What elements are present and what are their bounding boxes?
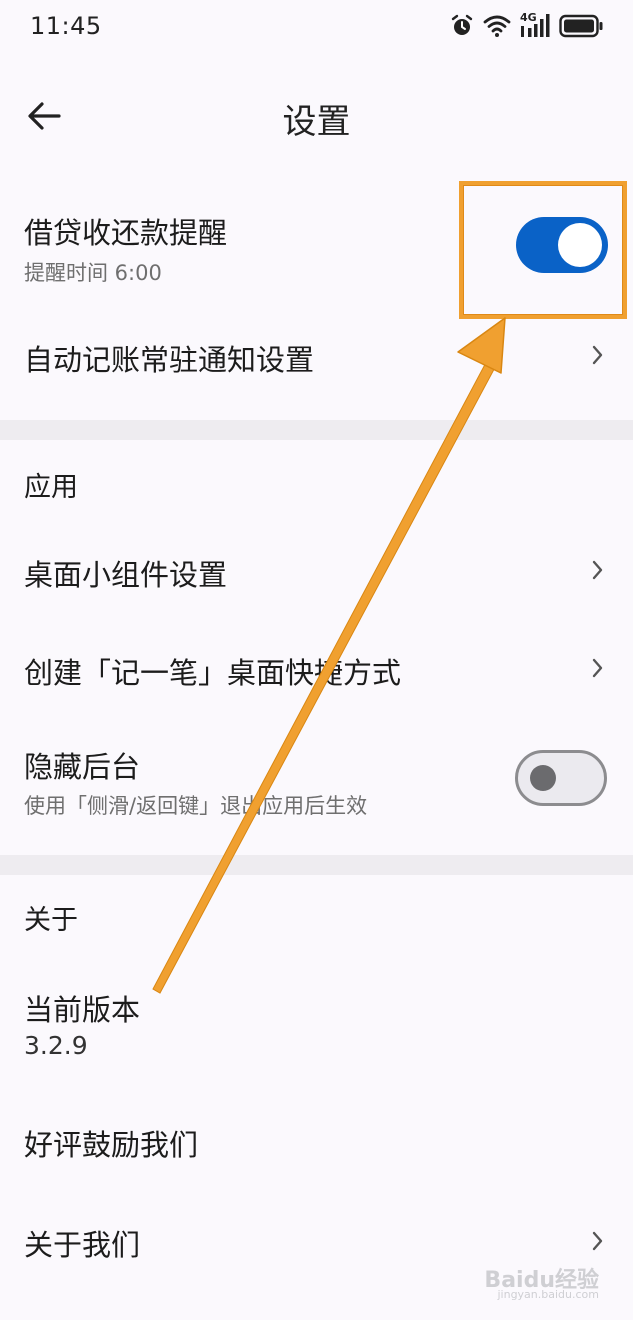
watermark-url: jingyan.baidu.com [497, 1288, 599, 1301]
toggle-knob [530, 765, 556, 791]
shortcut-row[interactable]: 创建「记一笔」桌面快捷方式 [0, 628, 633, 708]
status-icons: 4G [450, 11, 603, 40]
chevron-right-icon [592, 658, 603, 678]
section-label-app: 应用 [24, 472, 78, 503]
section-label-about: 关于 [24, 905, 78, 936]
hide-background-title: 隐藏后台 [24, 750, 141, 784]
app-bar: 设置 [0, 70, 633, 160]
section-divider [0, 855, 633, 875]
loan-reminder-title: 借贷收还款提醒 [24, 216, 228, 250]
auto-notify-title: 自动记账常驻通知设置 [24, 343, 315, 377]
section-divider [0, 420, 633, 440]
chevron-right-icon [592, 560, 603, 580]
loan-reminder-time: 提醒时间 6:00 [24, 261, 162, 285]
chevron-right-icon [592, 345, 603, 365]
version-row: 当前版本 3.2.9 [0, 975, 633, 1075]
watermark: Baidu经验 jingyan.baidu.com [479, 1262, 599, 1308]
alarm-icon [451, 14, 473, 35]
version-title: 当前版本 [24, 993, 141, 1027]
rate-us-title: 好评鼓励我们 [24, 1128, 199, 1162]
hide-background-subtitle: 使用「侧滑/返回键」退出应用后生效 [24, 794, 368, 818]
settings-screen: 11:45 4G 设置 借贷收还款提醒 提醒时间 6:00 自动记账常驻通知设置… [0, 0, 633, 1320]
rate-us-row[interactable]: 好评鼓励我们 [0, 1100, 633, 1180]
annotation-highlight-box [459, 181, 627, 319]
about-us-title: 关于我们 [24, 1228, 141, 1262]
page-title: 设置 [282, 102, 351, 142]
battery-icon [559, 14, 603, 38]
status-time: 11:45 [30, 12, 102, 40]
version-value: 3.2.9 [24, 1031, 88, 1060]
status-bar: 11:45 4G [0, 0, 633, 56]
chevron-right-icon [592, 1231, 603, 1251]
widget-settings-row[interactable]: 桌面小组件设置 [0, 530, 633, 610]
shortcut-title: 创建「记一笔」桌面快捷方式 [24, 656, 402, 690]
auto-notify-row[interactable]: 自动记账常驻通知设置 [0, 315, 633, 395]
signal-icon: 4G [520, 11, 550, 39]
hide-background-toggle[interactable] [515, 750, 607, 806]
wifi-icon [483, 15, 511, 37]
widget-settings-title: 桌面小组件设置 [24, 558, 228, 592]
